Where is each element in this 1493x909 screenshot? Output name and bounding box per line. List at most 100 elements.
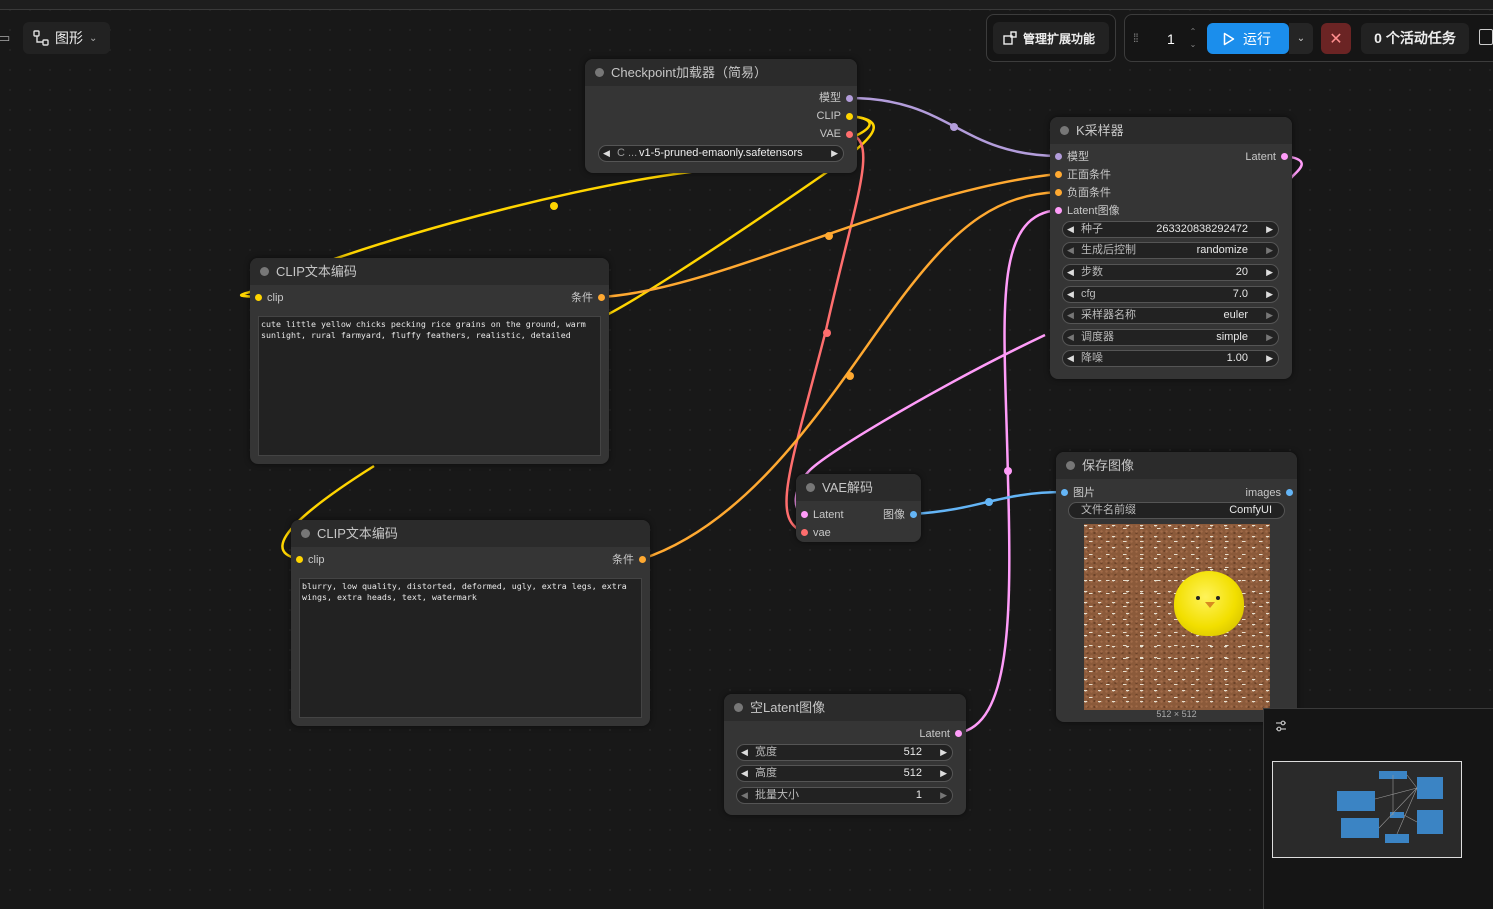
input-latent-label: Latent图像 bbox=[1067, 205, 1120, 217]
output-conditioning-slot[interactable] bbox=[598, 294, 605, 301]
link-vae bbox=[785, 132, 865, 534]
input-clip-slot[interactable] bbox=[296, 556, 303, 563]
queue-toolbar: ⁞⁞ 1 ⌃ ⌄ 运行 ⌄ ✕ 0 个活动任务 bbox=[1124, 14, 1493, 62]
arrow-left-icon[interactable]: ◀ bbox=[1067, 222, 1074, 237]
input-image-slot[interactable] bbox=[1061, 489, 1068, 496]
negative-prompt-textarea[interactable]: blurry, low quality, distorted, deformed… bbox=[299, 578, 642, 718]
cancel-run-button[interactable]: ✕ bbox=[1321, 23, 1351, 54]
run-button[interactable]: 运行 bbox=[1207, 23, 1289, 54]
chevron-down-icon: ⌄ bbox=[89, 32, 98, 44]
arrow-right-icon[interactable]: ▶ bbox=[1266, 243, 1273, 258]
height-widget[interactable]: ◀ 高度 512 ▶ bbox=[736, 765, 953, 782]
node-title: Checkpoint加载器（简易） bbox=[585, 59, 857, 86]
link-image bbox=[912, 490, 1065, 516]
batch-size-widget[interactable]: ◀ 批量大小 1 ▶ bbox=[736, 787, 953, 804]
output-clip-slot[interactable] bbox=[846, 113, 853, 120]
denoise-widget[interactable]: ◀ 降噪 1.00 ▶ bbox=[1062, 350, 1279, 367]
output-vae-label: VAE bbox=[819, 128, 841, 140]
output-conditioning-slot[interactable] bbox=[639, 556, 646, 563]
minimap[interactable] bbox=[1263, 708, 1493, 909]
ckpt-name-combo[interactable]: ◀ C ... v1-5-pruned-emaonly.safetensors … bbox=[598, 145, 844, 162]
arrow-right-icon[interactable]: ▶ bbox=[831, 146, 838, 161]
empty-latent-image-node[interactable]: 空Latent图像 Latent ◀ 宽度 512 ▶ ◀ 高度 512 ▶ ◀ 批量大小 1 ▶ bbox=[724, 694, 966, 815]
run-options-dropdown[interactable]: ⌄ bbox=[1289, 23, 1313, 54]
positive-prompt-textarea[interactable]: cute little yellow chicks pecking rice g… bbox=[258, 316, 601, 456]
arrow-right-icon[interactable]: ▶ bbox=[1266, 330, 1273, 345]
output-image-label: 图像 bbox=[883, 509, 905, 521]
output-conditioning-label: 条件 bbox=[571, 292, 593, 304]
arrow-right-icon[interactable]: ▶ bbox=[940, 766, 947, 781]
arrow-left-icon[interactable]: ◀ bbox=[603, 146, 610, 161]
cfg-widget[interactable]: ◀ cfg 7.0 ▶ bbox=[1062, 286, 1279, 303]
arrow-left-icon[interactable]: ◀ bbox=[1067, 265, 1074, 280]
arrow-right-icon[interactable]: ▶ bbox=[1266, 308, 1273, 323]
output-image-slot[interactable] bbox=[910, 511, 917, 518]
active-tasks-button[interactable]: 0 个活动任务 bbox=[1361, 23, 1469, 54]
widget-value: simple bbox=[1216, 331, 1248, 343]
arrow-right-icon[interactable]: ▶ bbox=[940, 788, 947, 803]
output-conditioning-label: 条件 bbox=[612, 554, 634, 566]
width-widget[interactable]: ◀ 宽度 512 ▶ bbox=[736, 744, 953, 761]
arrow-right-icon[interactable]: ▶ bbox=[1266, 265, 1273, 280]
clip-text-encode-positive-node[interactable]: CLIP文本编码 clip 条件 cute little yellow chic… bbox=[250, 258, 609, 464]
seed-widget[interactable]: ◀ 种子 263320838292472 ▶ bbox=[1062, 221, 1279, 238]
filename-prefix-input[interactable]: 文件名前缀 ComfyUI bbox=[1068, 502, 1285, 519]
minimap-viewport[interactable] bbox=[1272, 761, 1462, 858]
output-latent-label: Latent bbox=[1245, 151, 1276, 163]
graph-tab-button[interactable]: 图形 ⌄ bbox=[23, 22, 110, 54]
output-latent-slot[interactable] bbox=[1281, 153, 1288, 160]
arrow-left-icon[interactable]: ◀ bbox=[1067, 287, 1074, 302]
output-images-slot[interactable] bbox=[1286, 489, 1293, 496]
control-after-generate-widget[interactable]: ◀ 生成后控制 randomize ▶ bbox=[1062, 242, 1279, 259]
arrow-left-icon[interactable]: ◀ bbox=[1067, 243, 1074, 258]
checkpoint-loader-node[interactable]: Checkpoint加载器（简易） 模型 CLIP VAE ◀ C ... v1… bbox=[585, 59, 857, 173]
output-image-preview[interactable] bbox=[1084, 524, 1270, 710]
widget-value: 20 bbox=[1235, 266, 1248, 278]
widget-value: randomize bbox=[1196, 244, 1248, 256]
play-icon bbox=[1223, 32, 1235, 45]
sidebar-toggle-icon[interactable]: ▭ bbox=[0, 30, 10, 46]
clip-text-encode-negative-node[interactable]: CLIP文本编码 clip 条件 blurry, low quality, di… bbox=[291, 520, 650, 726]
ksampler-node[interactable]: K采样器 模型 正面条件 负面条件 Latent图像 Latent ◀ 种子 263… bbox=[1050, 117, 1292, 379]
widget-label: cfg bbox=[1081, 288, 1096, 300]
input-clip-slot[interactable] bbox=[255, 294, 262, 301]
output-vae-slot[interactable] bbox=[846, 131, 853, 138]
sampler-name-widget[interactable]: ◀ 采样器名称 euler ▶ bbox=[1062, 307, 1279, 324]
arrow-left-icon[interactable]: ◀ bbox=[741, 788, 748, 803]
input-model-slot[interactable] bbox=[1055, 153, 1062, 160]
steps-widget[interactable]: ◀ 步数 20 ▶ bbox=[1062, 264, 1279, 281]
widget-value: euler bbox=[1223, 309, 1248, 321]
save-image-node[interactable]: 保存图像 图片 images 文件名前缀 ComfyUI 512 × 512 bbox=[1056, 452, 1297, 722]
input-positive-slot[interactable] bbox=[1055, 171, 1062, 178]
input-latent-slot[interactable] bbox=[1055, 207, 1062, 214]
arrow-left-icon[interactable]: ◀ bbox=[1067, 330, 1074, 345]
node-title: 保存图像 bbox=[1056, 452, 1297, 479]
widget-value: 1.00 bbox=[1226, 352, 1248, 364]
manage-extensions-button[interactable]: 管理扩展功能 bbox=[993, 22, 1109, 54]
link-latent-input bbox=[957, 208, 1059, 735]
vae-decode-node[interactable]: VAE解码 Latent vae 图像 bbox=[796, 474, 921, 542]
arrow-right-icon[interactable]: ▶ bbox=[1266, 351, 1273, 366]
drag-handle-icon[interactable]: ⁞⁞ bbox=[1133, 31, 1139, 45]
output-model-slot[interactable] bbox=[846, 95, 853, 102]
arrow-left-icon[interactable]: ◀ bbox=[1067, 351, 1074, 366]
scheduler-widget[interactable]: ◀ 调度器 simple ▶ bbox=[1062, 329, 1279, 346]
input-latent-slot[interactable] bbox=[801, 511, 808, 518]
input-vae-slot[interactable] bbox=[801, 529, 808, 536]
arrow-left-icon[interactable]: ◀ bbox=[741, 745, 748, 760]
arrow-right-icon[interactable]: ▶ bbox=[1266, 222, 1273, 237]
node-title: CLIP文本编码 bbox=[291, 520, 650, 547]
arrow-left-icon[interactable]: ◀ bbox=[741, 766, 748, 781]
eye-dot bbox=[1216, 596, 1220, 600]
arrow-right-icon[interactable]: ▶ bbox=[1266, 287, 1273, 302]
panel-toggle-icon[interactable] bbox=[1479, 29, 1493, 45]
workflow-icon bbox=[33, 30, 49, 46]
input-negative-slot[interactable] bbox=[1055, 189, 1062, 196]
output-latent-slot[interactable] bbox=[955, 730, 962, 737]
settings-sliders-icon[interactable] bbox=[1274, 719, 1288, 733]
arrow-left-icon[interactable]: ◀ bbox=[1067, 308, 1074, 323]
widget-label: 批量大小 bbox=[755, 789, 799, 801]
queue-count-stepper[interactable]: ⌃ ⌄ bbox=[1185, 25, 1201, 51]
chick-figure bbox=[1174, 571, 1244, 636]
arrow-right-icon[interactable]: ▶ bbox=[940, 745, 947, 760]
